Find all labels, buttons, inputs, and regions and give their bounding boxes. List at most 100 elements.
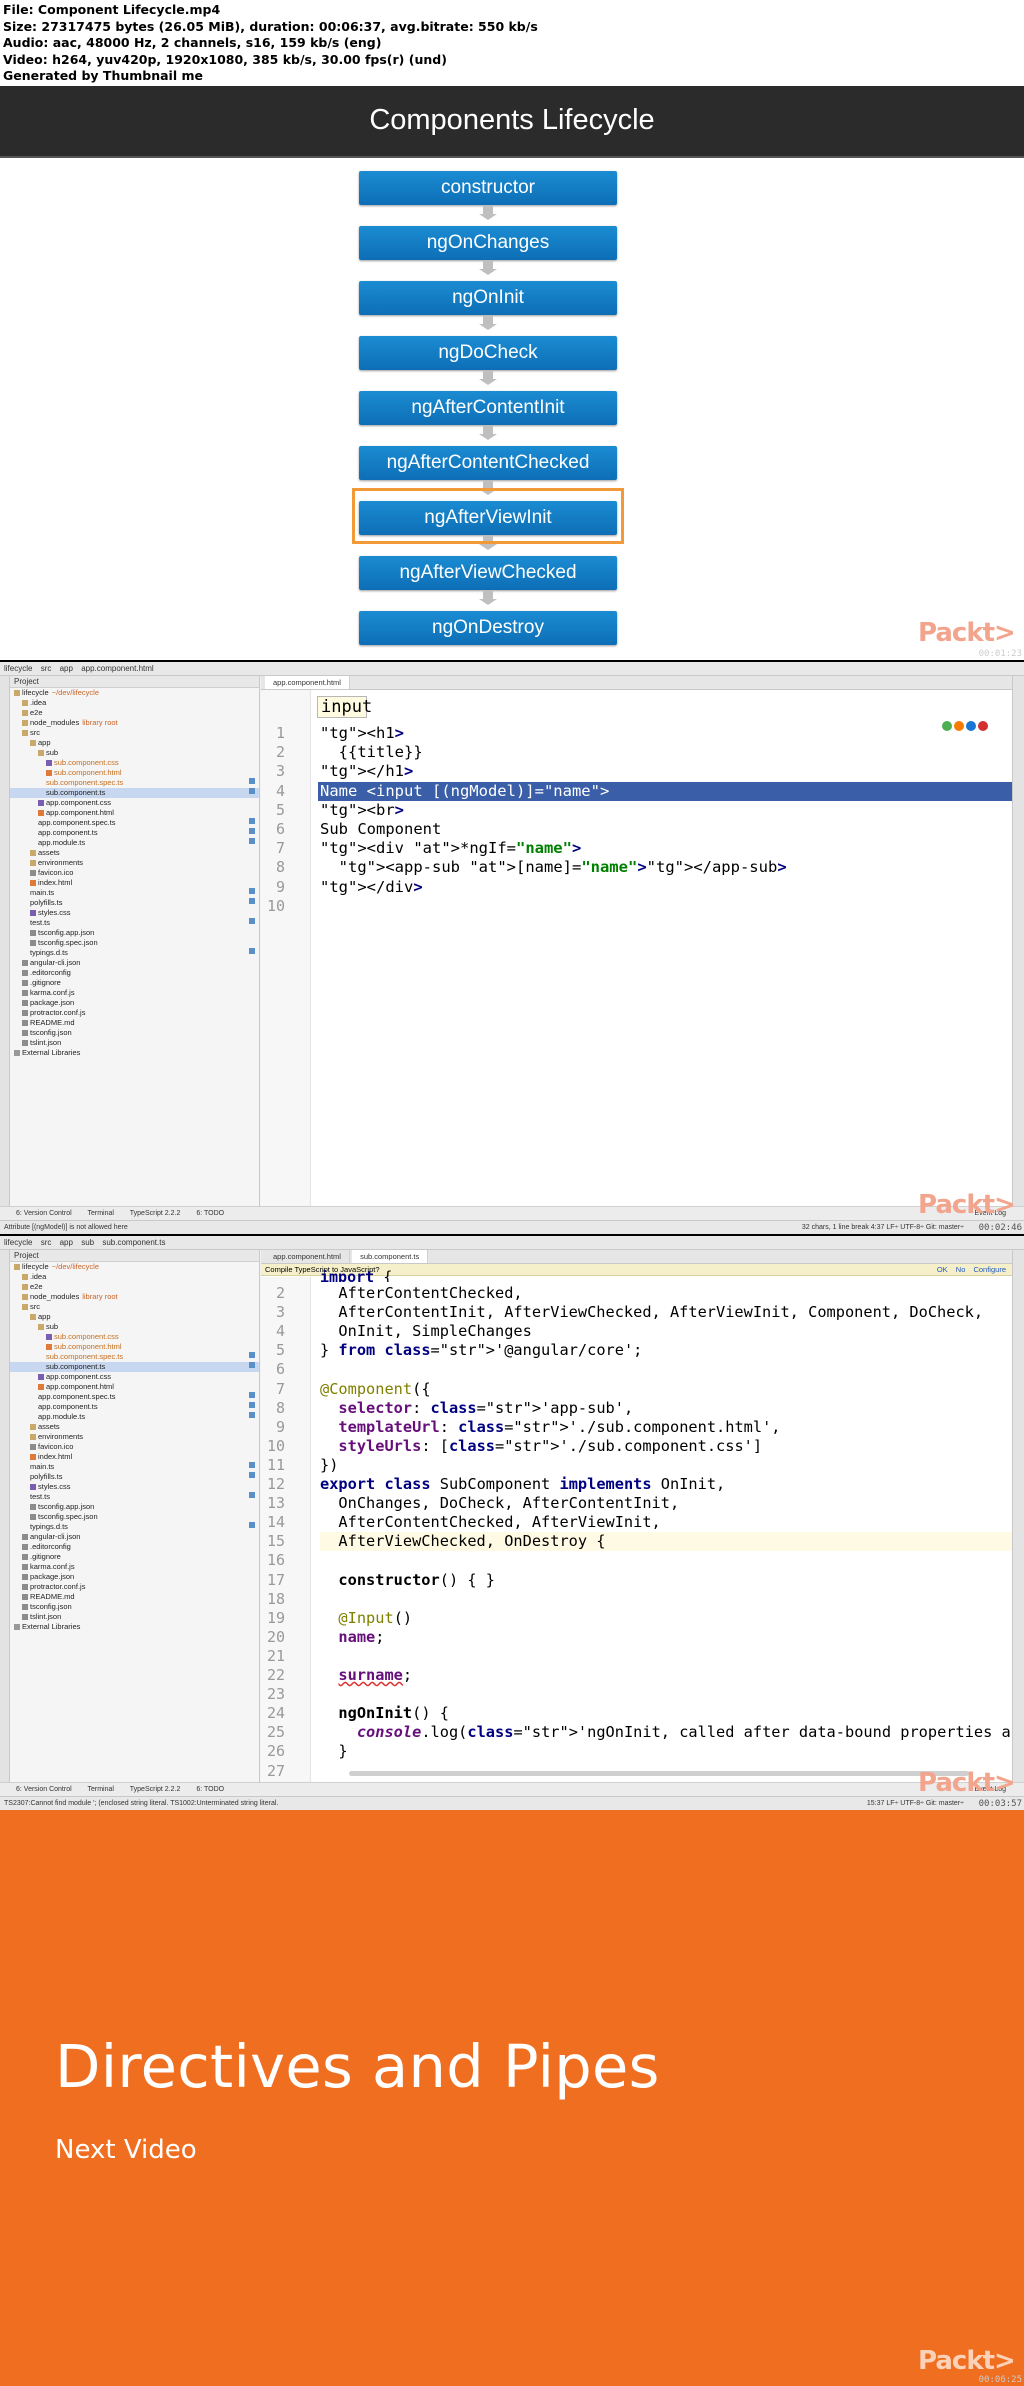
nav-item[interactable]: app.component.html xyxy=(81,664,154,673)
tree-item[interactable]: sub.component.html xyxy=(10,1342,259,1352)
tree-item[interactable]: External Libraries xyxy=(10,1622,259,1632)
tree-item[interactable]: sub.component.ts xyxy=(10,788,259,798)
browser-icons[interactable] xyxy=(942,718,994,731)
tree-item[interactable]: node_modules library root xyxy=(10,1292,259,1302)
code-line[interactable]: "tg"><app-sub "at">[name]="name">"tg"></… xyxy=(320,858,1012,877)
todo-tab[interactable]: 6: TODO xyxy=(196,1210,224,1217)
tree-item[interactable]: environments xyxy=(10,1432,259,1442)
tree-item[interactable]: test.ts xyxy=(10,918,259,928)
version-control-tab[interactable]: 6: Version Control xyxy=(16,1786,72,1793)
tree-item[interactable]: assets xyxy=(10,848,259,858)
tree-item[interactable]: tslint.json xyxy=(10,1038,259,1048)
tree-item[interactable]: app.component.spec.ts xyxy=(10,1392,259,1402)
right-tool-strip[interactable] xyxy=(1012,676,1024,1220)
tree-item[interactable]: tsconfig.app.json xyxy=(10,928,259,938)
tree-item[interactable]: app xyxy=(10,1312,259,1322)
tree-item[interactable]: polyfills.ts xyxy=(10,1472,259,1482)
tree-item[interactable]: README.md xyxy=(10,1592,259,1602)
nav-item[interactable]: sub.component.ts xyxy=(102,1238,165,1247)
left-tool-strip[interactable] xyxy=(0,1250,10,1796)
code-line[interactable]: templateUrl: class="str">'./sub.componen… xyxy=(320,1418,1012,1437)
tree-item[interactable]: angular-cli.json xyxy=(10,958,259,968)
code-line[interactable]: @Input() xyxy=(320,1609,1012,1628)
tree-item[interactable]: .gitignore xyxy=(10,1552,259,1562)
code-line[interactable]: "tg"><br> xyxy=(320,801,1012,820)
tree-item[interactable]: tsconfig.json xyxy=(10,1028,259,1038)
tree-item[interactable]: index.html xyxy=(10,1452,259,1462)
code-line-partial[interactable]: import { xyxy=(320,1270,1012,1282)
code-line[interactable]: }) xyxy=(320,1456,1012,1475)
tree-item[interactable]: src xyxy=(10,728,259,738)
tree-item[interactable]: tsconfig.spec.json xyxy=(10,1512,259,1522)
version-control-tab[interactable]: 6: Version Control xyxy=(16,1210,72,1217)
tree-item[interactable]: typings.d.ts xyxy=(10,948,259,958)
tree-item[interactable]: styles.css xyxy=(10,908,259,918)
code-line[interactable]: AfterContentInit, AfterViewChecked, Afte… xyxy=(320,1303,1012,1322)
tree-item[interactable]: .editorconfig xyxy=(10,1542,259,1552)
tree-item[interactable]: favicon.ico xyxy=(10,1442,259,1452)
tree-item[interactable]: index.html xyxy=(10,878,259,888)
project-panel-header[interactable]: Project xyxy=(10,1250,259,1262)
code-line[interactable]: } xyxy=(320,1742,1012,1761)
tree-item[interactable]: app.component.html xyxy=(10,808,259,818)
tree-item[interactable]: test.ts xyxy=(10,1492,259,1502)
tree-item[interactable]: styles.css xyxy=(10,1482,259,1492)
todo-tab[interactable]: 6: TODO xyxy=(196,1786,224,1793)
firefox-icon[interactable] xyxy=(954,721,964,731)
status-info[interactable]: 32 chars, 1 line break 4:37 LF÷ UTF-8÷ G… xyxy=(802,1221,964,1234)
tree-item[interactable]: karma.conf.js xyxy=(10,1562,259,1572)
tree-item[interactable]: tsconfig.spec.json xyxy=(10,938,259,948)
tree-item[interactable]: sub xyxy=(10,1322,259,1332)
tree-item[interactable]: .idea xyxy=(10,1272,259,1282)
nav-item[interactable]: lifecycle xyxy=(4,664,32,673)
status-info[interactable]: 15:37 LF÷ UTF-8÷ Git: master÷ xyxy=(867,1797,964,1810)
code-editor[interactable]: app.component.html input 1 "tg"><h1> 2 {{t… xyxy=(261,676,1012,1206)
code-line[interactable]: Sub Component xyxy=(320,820,1012,839)
tree-item[interactable]: angular-cli.json xyxy=(10,1532,259,1542)
nav-item[interactable]: src xyxy=(41,664,52,673)
tree-item[interactable]: sub.component.ts xyxy=(10,1362,259,1372)
tree-item[interactable]: README.md xyxy=(10,1018,259,1028)
nav-item[interactable]: sub xyxy=(81,1238,94,1247)
tree-item[interactable]: app.component.html xyxy=(10,1382,259,1392)
code-line[interactable]: OnInit, SimpleChanges xyxy=(320,1322,1012,1341)
safari-icon[interactable] xyxy=(966,721,976,731)
opera-icon[interactable] xyxy=(978,721,988,731)
tab-sub-component-ts[interactable]: sub.component.ts xyxy=(352,1250,429,1263)
tree-item[interactable]: assets xyxy=(10,1422,259,1432)
tree-item[interactable]: polyfills.ts xyxy=(10,898,259,908)
tree-item[interactable]: app xyxy=(10,738,259,748)
tab-app-component-html[interactable]: app.component.html xyxy=(265,676,350,689)
code-line[interactable]: "tg"></h1> xyxy=(320,762,1012,781)
code-line[interactable]: surname; xyxy=(320,1666,1012,1685)
tree-item[interactable]: sub.component.css xyxy=(10,758,259,768)
typescript-tab[interactable]: TypeScript 2.2.2 xyxy=(130,1210,181,1217)
tree-item[interactable]: .gitignore xyxy=(10,978,259,988)
tree-item[interactable]: e2e xyxy=(10,1282,259,1292)
tree-item[interactable]: main.ts xyxy=(10,1462,259,1472)
tree-item[interactable]: typings.d.ts xyxy=(10,1522,259,1532)
terminal-tab[interactable]: Terminal xyxy=(87,1210,113,1217)
nav-item[interactable]: app xyxy=(60,664,73,673)
tree-item[interactable]: e2e xyxy=(10,708,259,718)
tree-item[interactable]: lifecycle ~/dev/lifecycle xyxy=(10,688,259,698)
code-line[interactable]: AfterViewChecked, OnDestroy { xyxy=(320,1532,1012,1552)
code-line[interactable]: selector: class="str">'app-sub', xyxy=(320,1399,1012,1418)
tree-item[interactable]: app.component.css xyxy=(10,1372,259,1382)
tree-item[interactable]: tsconfig.app.json xyxy=(10,1502,259,1512)
tree-item[interactable]: app.module.ts xyxy=(10,1412,259,1422)
tree-item[interactable]: protractor.conf.js xyxy=(10,1582,259,1592)
tree-item[interactable]: app.component.css xyxy=(10,798,259,808)
code-line[interactable]: styleUrls: [class="str">'./sub.component… xyxy=(320,1437,1012,1456)
code-line[interactable]: AfterContentChecked, xyxy=(320,1284,1012,1303)
code-line[interactable]: constructor() { } xyxy=(320,1571,1012,1590)
tree-item[interactable]: tslint.json xyxy=(10,1612,259,1622)
tree-item[interactable]: app.module.ts xyxy=(10,838,259,848)
code-line[interactable]: OnChanges, DoCheck, AfterContentInit, xyxy=(320,1494,1012,1513)
tree-item[interactable]: sub xyxy=(10,748,259,758)
tree-item[interactable]: tsconfig.json xyxy=(10,1602,259,1612)
left-tool-strip[interactable] xyxy=(0,676,10,1220)
tree-item[interactable]: favicon.ico xyxy=(10,868,259,878)
code-editor[interactable]: app.component.html sub.component.ts Comp… xyxy=(261,1250,1012,1782)
tab-app-component-html[interactable]: app.component.html xyxy=(265,1250,350,1263)
